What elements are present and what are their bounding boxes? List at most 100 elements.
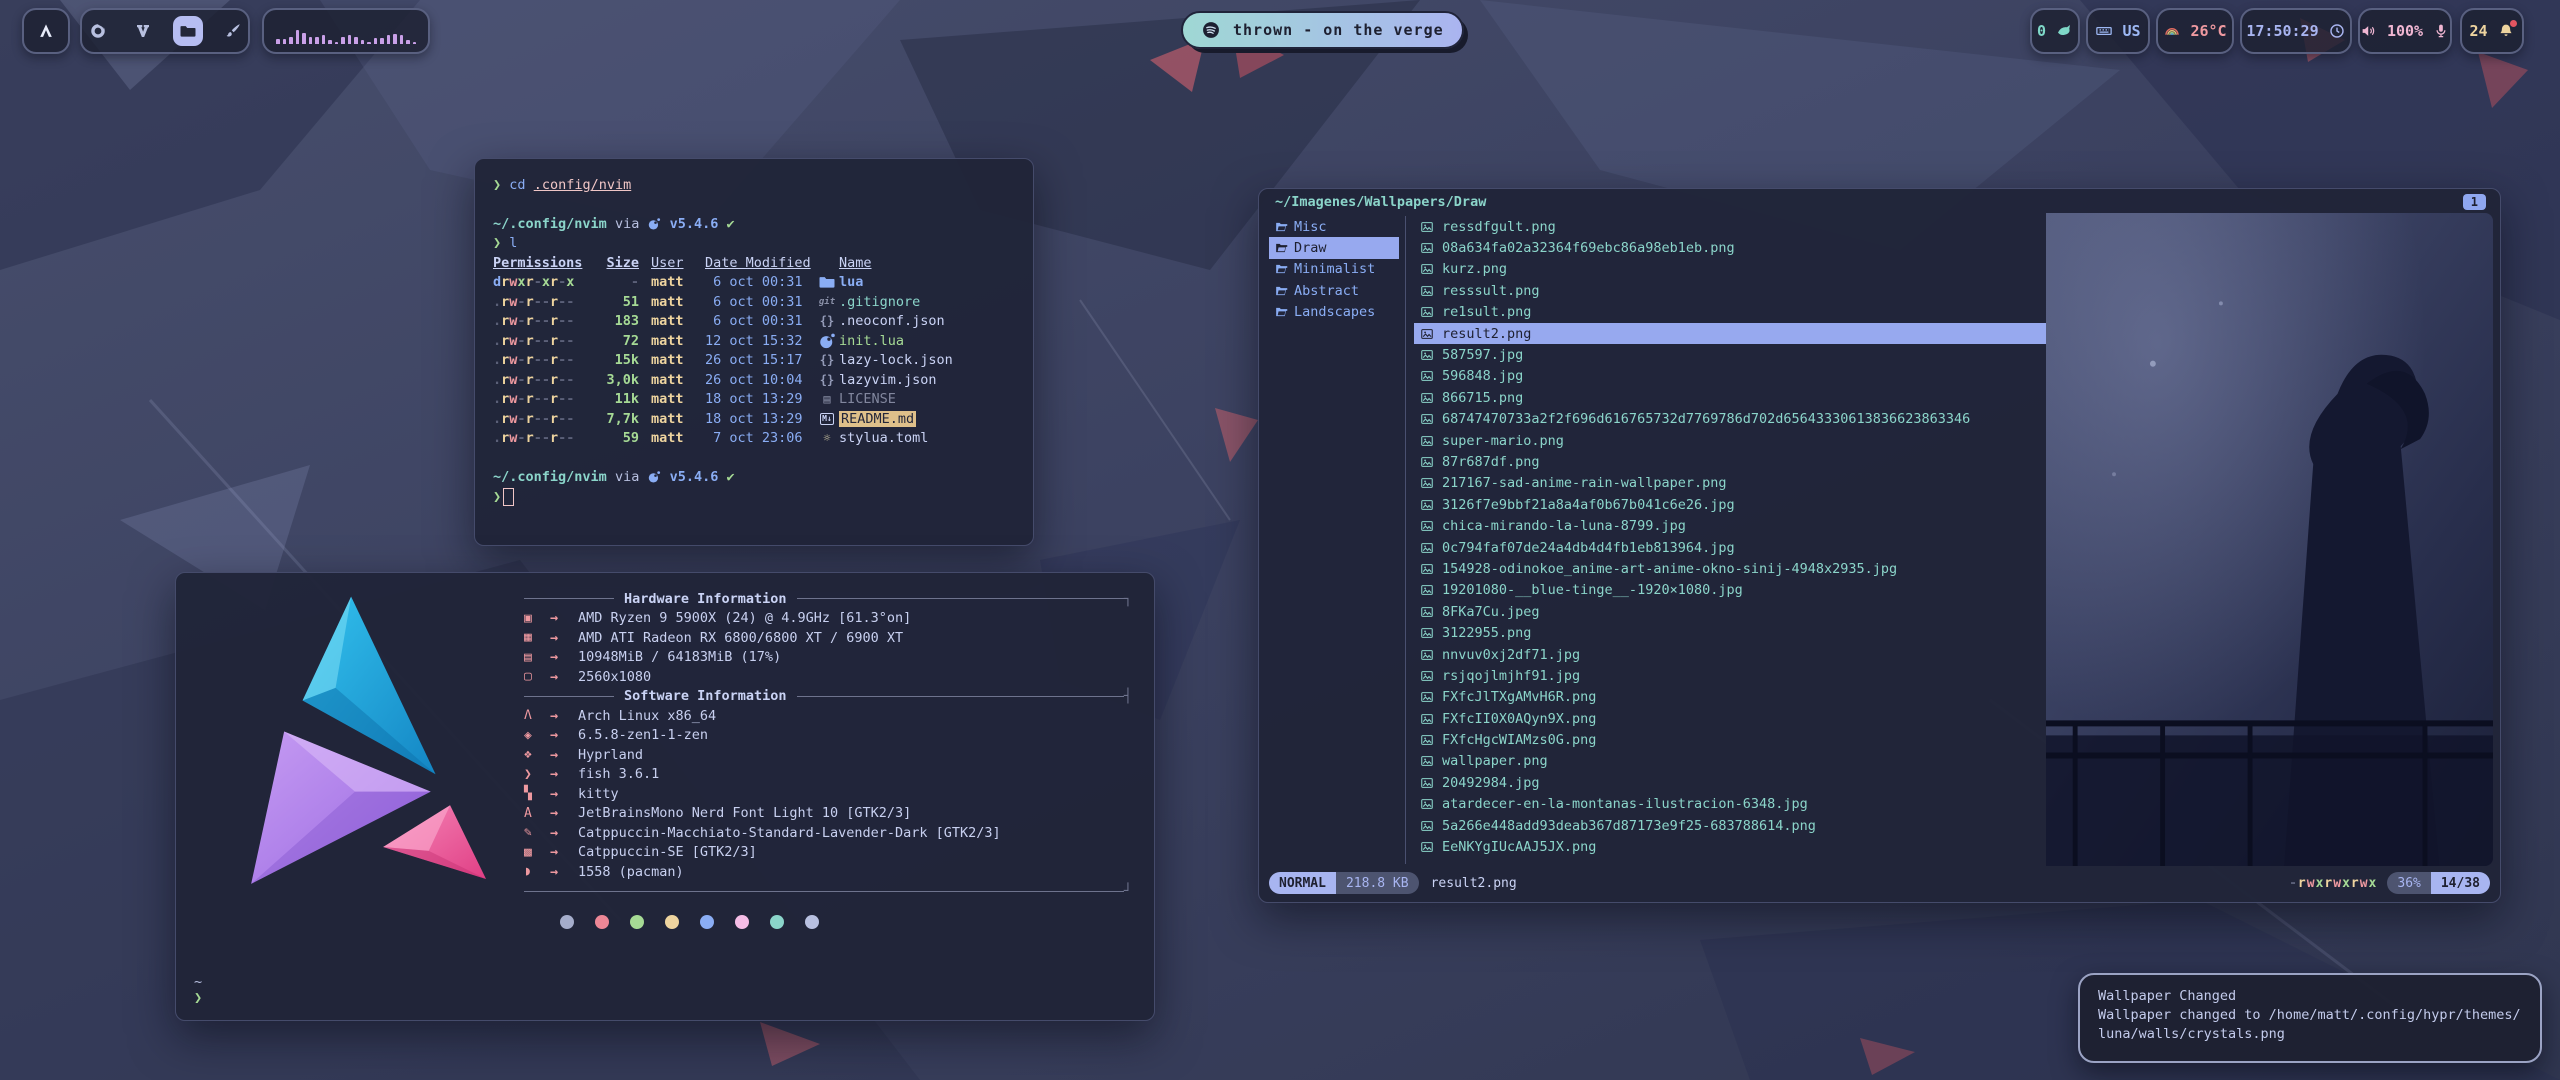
visualizer-bar <box>283 39 287 44</box>
file-name: FXfcII0X0AQyn9X.png <box>1442 711 1596 727</box>
fetch-info-value: kitty <box>578 786 619 802</box>
file-list-item[interactable]: 08a634fa02a32364f69ebc86a98eb1eb.png <box>1414 237 2046 258</box>
fetch-info-row: ▦ → AMD ATI Radeon RX 6800/6800 XT / 690… <box>524 628 1132 648</box>
vim-icon <box>128 16 158 46</box>
file-list-item[interactable]: 587597.jpg <box>1414 344 2046 365</box>
now-playing-pill[interactable]: thrown - on the verge <box>1181 11 1464 49</box>
sidebar-folder-item[interactable]: Landscapes <box>1269 302 1399 323</box>
shell-input-line[interactable]: ❯ <box>493 487 1033 507</box>
file-name: lazy-lock.json <box>839 352 953 368</box>
file-list-item[interactable]: rsjqojlmjhf91.jpg <box>1414 665 2046 686</box>
prompt-cwd-line: ~/.config/nvim via v5.4.6 ✔ <box>493 468 1033 488</box>
notification-popup[interactable]: Wallpaper Changed Wallpaper changed to /… <box>2078 973 2542 1063</box>
file-list-item[interactable]: 3126f7e9bbf21a8a4af0b67b041c6e26.jpg <box>1414 494 2046 515</box>
folder-icon <box>815 273 839 291</box>
git-icon: git <box>815 297 839 307</box>
volume-widget[interactable]: 100% <box>2358 8 2452 54</box>
file-list-item[interactable]: 154928-odinokoe_anime-art-anime-okno-sin… <box>1414 558 2046 579</box>
file-name: 08a634fa02a32364f69ebc86a98eb1eb.png <box>1442 240 1735 256</box>
file-list-item[interactable]: FXfcJlTXgAMvH6R.png <box>1414 687 2046 708</box>
file-permissions: drwxr-xr-x <box>493 274 585 290</box>
file-name: 866715.png <box>1442 390 1523 406</box>
file-owner: matt <box>651 333 697 349</box>
file-list-item[interactable]: FXfcII0X0AQyn9X.png <box>1414 708 2046 729</box>
file-list-item[interactable]: 68747470733a2f2f696d616765732d7769786d70… <box>1414 409 2046 430</box>
file-list-item[interactable]: 866715.png <box>1414 387 2046 408</box>
workspace-button[interactable] <box>173 16 203 46</box>
file-name: 87r687df.png <box>1442 454 1540 470</box>
file-list-item[interactable]: 19201080-__blue-tinge__-1920×1080.jpg <box>1414 580 2046 601</box>
file-name: .neoconf.json <box>839 313 945 329</box>
file-name: 8FKa7Cu.jpeg <box>1442 604 1540 620</box>
file-list-item[interactable]: 20492984.jpg <box>1414 772 2046 793</box>
file-name: FXfcHgcWIAMzs0G.png <box>1442 732 1596 748</box>
arrow-icon: → <box>550 727 578 743</box>
selected-file-name: result2.png <box>1431 876 1517 891</box>
file-list-item[interactable]: 217167-sad-anime-rain-wallpaper.png <box>1414 473 2046 494</box>
file-list-item[interactable]: kurz.png <box>1414 259 2046 280</box>
file-list-item[interactable]: 5a266e448add93deab367d87173e9f25-6837886… <box>1414 815 2046 836</box>
visualizer-bar <box>400 35 404 44</box>
cpu-icon: ▣ <box>524 611 550 626</box>
file-list-item[interactable]: resssult.png <box>1414 280 2046 301</box>
image-file-icon <box>1420 819 1434 833</box>
tab-badge[interactable]: 1 <box>2463 194 2486 210</box>
file-size: 183 <box>585 313 639 329</box>
file-list-item[interactable]: 0c794faf07de24a4db4d4fb1eb813964.jpg <box>1414 537 2046 558</box>
file-list-item[interactable]: FXfcHgcWIAMzs0G.png <box>1414 729 2046 750</box>
workspace-button[interactable] <box>128 16 158 46</box>
visualizer-bar <box>315 37 319 44</box>
file-list-item[interactable]: ressdfgult.png <box>1414 216 2046 237</box>
file-list-item[interactable]: wallpaper.png <box>1414 751 2046 772</box>
workspace-button[interactable] <box>218 16 248 46</box>
file-list-item[interactable]: nnvuv0xj2df71.jpg <box>1414 644 2046 665</box>
file-list-pane: ressdfgult.png 08a634fa02a32364f69ebc86a… <box>1405 216 2046 864</box>
sidebar-folder-item[interactable]: Draw <box>1269 237 1399 258</box>
fetch-info-value: 2560x1080 <box>578 669 651 685</box>
file-list-item[interactable]: re1sult.png <box>1414 302 2046 323</box>
file-list-item[interactable]: result2.png <box>1414 323 2046 344</box>
sidebar-folder-item[interactable]: Misc <box>1269 216 1399 237</box>
file-list-item[interactable]: 8FKa7Cu.jpeg <box>1414 601 2046 622</box>
app-launcher-button[interactable] <box>22 8 70 54</box>
workspace-button[interactable] <box>83 16 113 46</box>
keyboard-layout-widget[interactable]: US <box>2086 8 2150 54</box>
file-list-item[interactable]: 87r687df.png <box>1414 451 2046 472</box>
fetch-info-row: ▢ → 2560x1080 <box>524 667 1132 687</box>
image-file-icon <box>1420 541 1434 555</box>
file-permissions: .rw-r--r-- <box>493 430 585 446</box>
file-name: kurz.png <box>1442 261 1507 277</box>
packages-icon: ◗ <box>524 864 550 879</box>
fetch-info-value: Catppuccin-Macchiato-Standard-Lavender-D… <box>578 825 1001 841</box>
notifications-widget[interactable]: 24 <box>2460 8 2524 54</box>
terminal-color-palette <box>560 915 1132 929</box>
visualizer-bar <box>328 40 332 44</box>
sidebar-folder-item[interactable]: Minimalist <box>1269 259 1399 280</box>
visualizer-bar <box>367 42 371 44</box>
file-list-item[interactable]: super-mario.png <box>1414 430 2046 451</box>
file-list-item[interactable]: chica-mirando-la-luna-8799.jpg <box>1414 515 2046 536</box>
file-list-item[interactable]: EeNKYgIUcAAJ5JX.png <box>1414 836 2046 857</box>
image-file-icon <box>1420 733 1434 747</box>
clock-widget[interactable]: 17:50:29 <box>2240 8 2352 54</box>
file-name: wallpaper.png <box>1442 753 1548 769</box>
weather-widget[interactable]: 26°C <box>2156 8 2234 54</box>
sidebar-folder-item[interactable]: Abstract <box>1269 280 1399 301</box>
image-file-icon <box>1420 648 1434 662</box>
file-name: ressdfgult.png <box>1442 219 1556 235</box>
file-permissions: .rw-r--r-- <box>493 313 585 329</box>
file-name: LICENSE <box>839 391 896 407</box>
file-date: 18 oct 13:29 <box>705 411 815 427</box>
status-bar: NORMAL 218.8 KB result2.png -rwxrwxrwx 3… <box>1269 872 2490 894</box>
palette-dot <box>735 915 749 929</box>
scroll-percent-badge: 36% <box>2387 872 2430 894</box>
file-permissions: .rw-r--r-- <box>493 372 585 388</box>
file-permissions: -rwxrwxrwx <box>2289 876 2377 891</box>
ls-file-row: .rw-r--r-- 7,7k matt 18 oct 13:29 M↓ REA… <box>493 409 1033 429</box>
file-list-item[interactable]: 3122955.png <box>1414 622 2046 643</box>
prompt-symbol: ❯ <box>194 990 202 1006</box>
mail-widget[interactable]: 0 <box>2030 8 2080 54</box>
file-list-item[interactable]: 596848.jpg <box>1414 366 2046 387</box>
fetch-shell-prompt[interactable]: ~ ❯ <box>194 974 202 1006</box>
file-list-item[interactable]: atardecer-en-la-montanas-ilustracion-634… <box>1414 794 2046 815</box>
